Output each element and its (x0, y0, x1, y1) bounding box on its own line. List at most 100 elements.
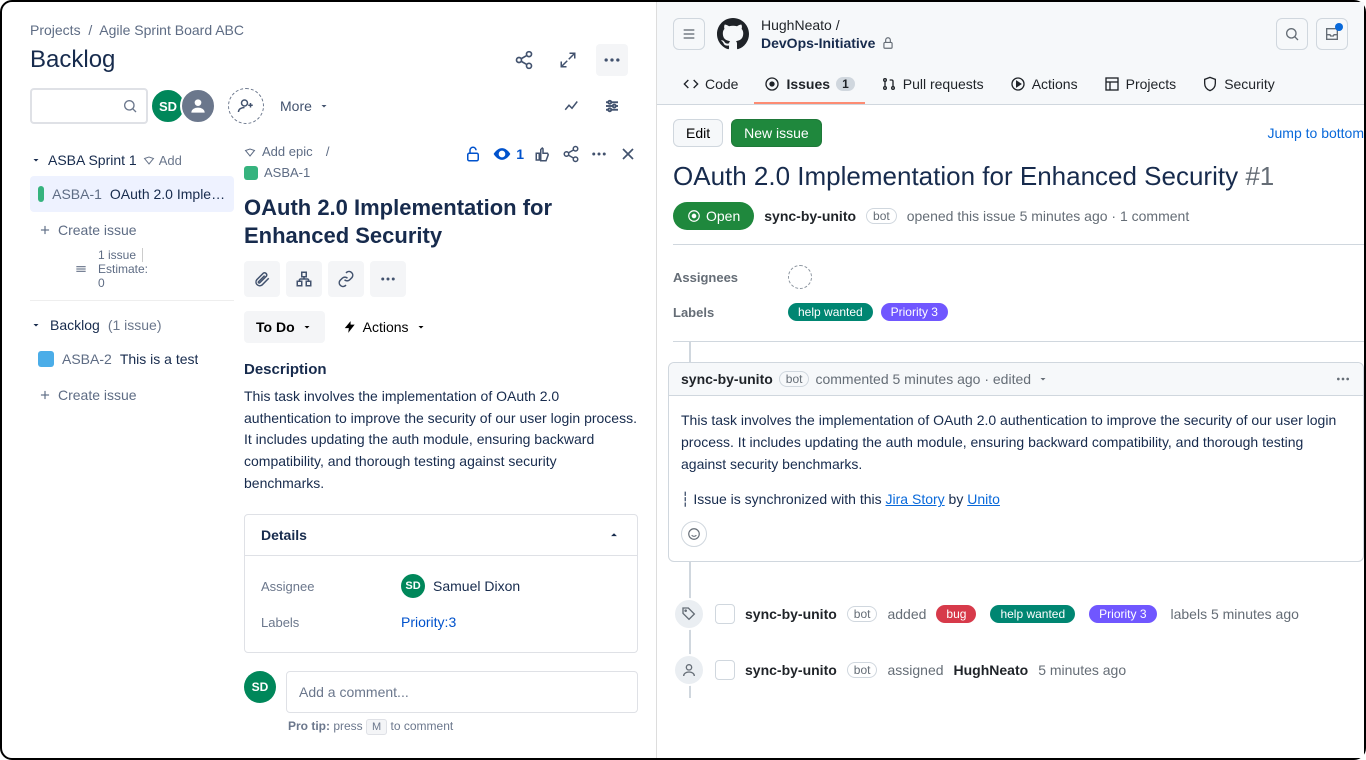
breadcrumb: Projects / Agile Sprint Board ABC (30, 22, 628, 38)
comment-box: sync-by-unito bot commented 5 minutes ag… (668, 362, 1364, 562)
timeline-label-event: sync-by-unito bot added bug help wanted … (673, 586, 1364, 642)
unito-link[interactable]: Unito (967, 491, 1000, 507)
tab-issues[interactable]: Issues1 (754, 66, 864, 104)
event-avatar[interactable] (715, 660, 735, 680)
issue-author[interactable]: sync-by-unito (764, 208, 856, 224)
hamburger-menu[interactable] (673, 18, 705, 50)
issue-detail-panel: Add epic / ASBA-1 1 (234, 136, 656, 758)
label-priority-3[interactable]: Priority 3 (881, 303, 948, 321)
page-title: Backlog (30, 46, 115, 74)
label-priority-3[interactable]: Priority 3 (1089, 605, 1156, 623)
more-dropdown[interactable]: More (272, 90, 338, 122)
search-button[interactable] (1276, 18, 1308, 50)
issue-key: ASBA-2 (62, 351, 112, 367)
new-issue-button[interactable]: New issue (731, 119, 822, 147)
vote-icon[interactable] (534, 145, 552, 163)
chevron-down-icon[interactable] (1037, 373, 1049, 385)
search-input[interactable] (30, 88, 148, 124)
labels-label: Labels (261, 615, 401, 630)
github-logo[interactable] (717, 18, 749, 50)
description-heading: Description (244, 361, 638, 378)
expand-icon[interactable] (552, 44, 584, 76)
story-icon (244, 166, 258, 180)
create-issue-backlog[interactable]: Create issue (30, 377, 234, 413)
sprint-name: ASBA Sprint 1 (48, 152, 137, 168)
bot-badge: bot (779, 371, 810, 387)
details-toggle[interactable]: Details (245, 515, 637, 556)
link-button[interactable] (328, 261, 364, 297)
issue-summary: This is a test (120, 351, 199, 367)
tab-security[interactable]: Security (1192, 66, 1285, 104)
create-issue-sprint[interactable]: Create issue (30, 212, 234, 248)
add-child-button[interactable] (286, 261, 322, 297)
backlog-header[interactable]: Backlog (1 issue) (30, 309, 234, 341)
repo-name[interactable]: DevOps-Initiative (761, 34, 895, 52)
bot-badge: bot (847, 606, 878, 622)
issues-count: 1 (836, 77, 855, 91)
sidebar-issue-asba1[interactable]: ASBA-1 OAuth 2.0 Implementation for Enha… (30, 176, 234, 212)
attach-button[interactable] (244, 261, 280, 297)
tab-pulls[interactable]: Pull requests (871, 66, 994, 104)
table-icon (1104, 76, 1120, 92)
event-author[interactable]: sync-by-unito (745, 662, 837, 678)
inbox-button[interactable] (1316, 18, 1348, 50)
jump-to-bottom-link[interactable]: Jump to bottom (1268, 125, 1365, 141)
share-icon[interactable] (562, 145, 580, 163)
code-icon (683, 76, 699, 92)
comment-author[interactable]: sync-by-unito (681, 371, 773, 387)
chevron-up-icon (607, 528, 621, 542)
label-value[interactable]: Priority:3 (401, 614, 456, 630)
lock-icon[interactable] (464, 145, 482, 163)
label-help-wanted[interactable]: help wanted (788, 303, 873, 321)
comment-menu[interactable] (1335, 371, 1351, 387)
gh-issue-title: OAuth 2.0 Implementation for Enhanced Se… (673, 161, 1364, 192)
assigned-user[interactable]: HughNeato (954, 662, 1029, 678)
tab-code[interactable]: Code (673, 66, 748, 104)
comment-avatar: SD (244, 671, 276, 703)
opened-meta: opened this issue 5 minutes ago · 1 comm… (907, 208, 1190, 224)
issue-key-breadcrumb[interactable]: ASBA-1 (244, 165, 329, 180)
bot-badge: bot (847, 662, 878, 678)
label-help-wanted[interactable]: help wanted (990, 605, 1075, 623)
sprint-add-dates[interactable]: Add (143, 153, 182, 168)
sidebar-issue-asba2[interactable]: ASBA-2 This is a test (30, 341, 234, 377)
label-bug[interactable]: bug (936, 605, 976, 623)
avatar-unassigned[interactable] (180, 88, 216, 124)
more-actions-button[interactable] (370, 261, 406, 297)
assignees-label: Assignees (673, 270, 788, 285)
assignee-avatar[interactable] (788, 265, 812, 289)
actions-dropdown[interactable]: Actions (343, 319, 427, 335)
lock-icon (881, 36, 895, 50)
labels-list: help wanted Priority 3 (788, 303, 952, 321)
comment-input[interactable]: Add a comment... (286, 671, 638, 713)
tab-projects[interactable]: Projects (1094, 66, 1187, 104)
share-icon[interactable] (508, 44, 540, 76)
more-icon[interactable] (596, 44, 628, 76)
status-dropdown[interactable]: To Do (244, 311, 325, 343)
add-reaction-button[interactable] (681, 521, 707, 547)
event-avatar[interactable] (715, 604, 735, 624)
add-epic-link[interactable]: Add epic / (244, 144, 329, 159)
jira-story-link[interactable]: Jira Story (886, 491, 945, 507)
issue-key: ASBA-1 (52, 186, 102, 202)
event-author[interactable]: sync-by-unito (745, 606, 837, 622)
sprint-header[interactable]: ASBA Sprint 1 Add (30, 144, 234, 176)
assignee-label: Assignee (261, 579, 401, 594)
github-panel: HughNeato / DevOps-Initiative Code Issue… (657, 2, 1364, 758)
watch-button[interactable]: 1 (492, 144, 524, 164)
breadcrumb-board[interactable]: Agile Sprint Board ABC (99, 22, 244, 38)
close-icon[interactable] (618, 144, 638, 164)
description-text[interactable]: This task involves the implementation of… (244, 386, 638, 494)
breadcrumb-projects[interactable]: Projects (30, 22, 81, 38)
edit-button[interactable]: Edit (673, 119, 723, 147)
add-people-button[interactable] (228, 88, 264, 124)
assignee-value[interactable]: SD Samuel Dixon (401, 574, 520, 598)
issue-title[interactable]: OAuth 2.0 Implementation for Enhanced Se… (244, 194, 638, 249)
shield-icon (1202, 76, 1218, 92)
insights-icon[interactable] (556, 90, 588, 122)
repo-owner[interactable]: HughNeato / (761, 16, 895, 34)
settings-icon[interactable] (596, 90, 628, 122)
assignee-avatar: SD (401, 574, 425, 598)
tab-actions[interactable]: Actions (1000, 66, 1088, 104)
more-icon[interactable] (590, 145, 608, 163)
